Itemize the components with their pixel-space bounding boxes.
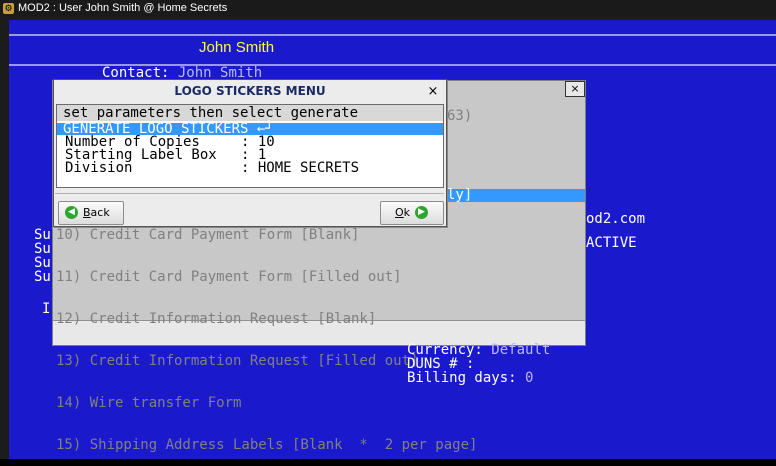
billing-label: Billing days: (407, 370, 517, 386)
dialog-close-button[interactable]: × (426, 85, 440, 99)
phone-fragment: 63) (447, 108, 473, 124)
back-button[interactable]: ◀ Back (58, 201, 124, 225)
app-icon: ⚙ (3, 3, 14, 14)
back-arrow-icon: ◀ (65, 206, 78, 219)
ok-button-label: Ok (395, 206, 411, 219)
back-button-label: Back (83, 206, 110, 219)
underlying-close-button[interactable]: × (565, 81, 585, 97)
list-item[interactable]: 14) Wire transfer Form (56, 396, 477, 410)
contact-row: Contact: John Smith (102, 66, 262, 80)
list-header: set parameters then select generate (57, 105, 443, 121)
dialog-parameter-list: set parameters then select generate GENE… (56, 104, 444, 188)
dialog-title: LOGO STICKERS MENU (174, 84, 326, 98)
param-division[interactable]: Division: HOME SECRETS (65, 161, 359, 175)
list-item[interactable]: 10) Credit Card Payment Form [Blank] (56, 228, 477, 242)
user-name: John Smith (199, 39, 275, 56)
underlying-menu-list: 10) Credit Card Payment Form [Blank] 11)… (56, 200, 477, 466)
ok-button[interactable]: Ok ▶ (380, 201, 444, 225)
list-item[interactable]: 11) Credit Card Payment Form [Filled out… (56, 270, 477, 284)
website-fragment: od2.com (586, 211, 646, 227)
i-label: I (42, 301, 51, 317)
window-title: MOD2 : User John Smith @ Home Secrets (18, 2, 228, 14)
logo-stickers-dialog: LOGO STICKERS MENU × set parameters then… (53, 79, 447, 227)
window-titlebar: ⚙ MOD2 : User John Smith @ Home Secrets (0, 0, 776, 17)
param-value: HOME SECRETS (257, 160, 360, 176)
duns-label: DUNS # : (407, 356, 475, 372)
status-fragment: ACTIVE (586, 235, 637, 251)
user-header-band: John Smith (9, 34, 776, 66)
ok-arrow-icon: ▶ (415, 206, 428, 219)
dialog-separator (55, 193, 444, 194)
param-label: Division (65, 160, 133, 176)
billing-row: Billing days: 0 (407, 371, 533, 385)
currency-value: Default (491, 342, 551, 358)
list-item[interactable]: 12) Credit Information Request [Blank] (56, 312, 477, 326)
su-labels: Su Su Su Su (34, 227, 51, 285)
billing-value: 0 (525, 370, 534, 386)
currency-row: Currency: Default (407, 343, 550, 357)
list-item[interactable]: 15) Shipping Address Labels [Blank * 2 p… (56, 438, 477, 452)
